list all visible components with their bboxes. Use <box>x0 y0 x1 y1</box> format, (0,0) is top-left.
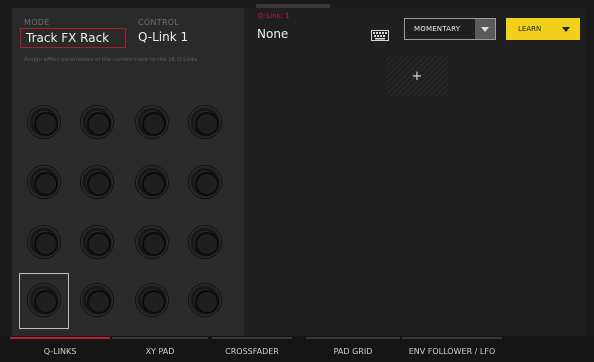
knob-icon[interactable] <box>81 226 113 258</box>
learn-dropdown[interactable]: LEARN <box>506 18 580 40</box>
tab-indicator <box>212 337 292 339</box>
knob-icon[interactable] <box>189 284 221 316</box>
knob-icon[interactable] <box>81 166 113 198</box>
qlink-knob-14[interactable] <box>73 274 121 328</box>
qlink-knob-9[interactable] <box>20 216 68 270</box>
chevron-down-icon[interactable] <box>475 19 495 39</box>
tab-crossfader[interactable]: CROSSFADER <box>212 336 292 362</box>
tab-label: XY PAD <box>145 347 175 356</box>
knob-icon[interactable] <box>28 166 60 198</box>
chevron-down-icon[interactable] <box>562 26 570 32</box>
qlink-knob-8[interactable] <box>181 156 229 210</box>
knob-icon[interactable] <box>136 284 168 316</box>
tab-label: PAD GRID <box>333 347 373 356</box>
plus-icon: + <box>411 68 423 84</box>
tab-indicator <box>112 337 208 339</box>
tab-indicator <box>10 337 110 339</box>
qlink-knob-3[interactable] <box>128 96 176 150</box>
tab-q-links[interactable]: Q-LINKS <box>10 336 110 362</box>
qlink-knob-6[interactable] <box>73 156 121 210</box>
learn-label: LEARN <box>518 25 542 33</box>
tab-xy-pad[interactable]: XY PAD <box>112 336 208 362</box>
bottom-tab-bar: Q-LINKS XY PAD CROSSFADER PAD GRID ENV FOLLO… <box>0 336 594 362</box>
mode-label: MODE <box>24 18 50 27</box>
qlink-parameter[interactable]: None <box>257 27 288 41</box>
qlink-config-panel: MODE CONTROL Track FX Rack Q-Link 1 Assi… <box>12 8 244 336</box>
knob-icon[interactable] <box>136 226 168 258</box>
qlink-knob-12[interactable] <box>181 216 229 270</box>
knob-icon[interactable] <box>28 226 60 258</box>
control-label: CONTROL <box>138 18 180 27</box>
qlink-knob-16[interactable] <box>181 274 229 328</box>
tab-label: Q-LINKS <box>43 347 77 356</box>
momentary-dropdown[interactable]: MOMENTARY <box>404 18 496 40</box>
qlink-knob-5[interactable] <box>20 156 68 210</box>
qlink-knob-7[interactable] <box>128 156 176 210</box>
qlink-knob-4[interactable] <box>181 96 229 150</box>
tab-env-follower-lfo[interactable]: ENV FOLLOWER / LFO <box>402 336 502 362</box>
qlink-knob-13[interactable] <box>19 273 69 329</box>
qlink-knob-10[interactable] <box>73 216 121 270</box>
qlink-knob-11[interactable] <box>128 216 176 270</box>
knob-icon[interactable] <box>136 106 168 138</box>
add-parameter-button[interactable]: + <box>386 56 448 96</box>
tab-indicator <box>402 337 502 339</box>
knob-icon[interactable] <box>189 106 221 138</box>
knob-icon[interactable] <box>81 284 113 316</box>
knob-icon[interactable] <box>81 106 113 138</box>
tab-label: ENV FOLLOWER / LFO <box>408 347 496 356</box>
tab-indicator <box>306 337 400 339</box>
control-field[interactable]: Q-Link 1 <box>138 30 188 44</box>
mode-hint: Assign effect parameters of the current … <box>24 57 198 63</box>
knob-icon[interactable] <box>136 166 168 198</box>
knob-icon[interactable] <box>189 226 221 258</box>
knob-icon[interactable] <box>28 284 60 316</box>
qlink-knob-1[interactable] <box>20 96 68 150</box>
momentary-label: MOMENTARY <box>414 25 461 33</box>
tab-pad-grid[interactable]: PAD GRID <box>306 336 400 362</box>
qlink-knob-grid <box>18 96 244 336</box>
tab-label: CROSSFADER <box>225 347 279 356</box>
mode-field[interactable]: Track FX Rack <box>20 28 126 48</box>
knob-icon[interactable] <box>189 166 221 198</box>
qlink-title: Q-Link: 1 <box>258 12 290 20</box>
qlink-knob-2[interactable] <box>73 96 121 150</box>
knob-icon[interactable] <box>28 106 60 138</box>
keyboard-icon[interactable] <box>371 30 389 41</box>
qlink-knob-15[interactable] <box>128 274 176 328</box>
